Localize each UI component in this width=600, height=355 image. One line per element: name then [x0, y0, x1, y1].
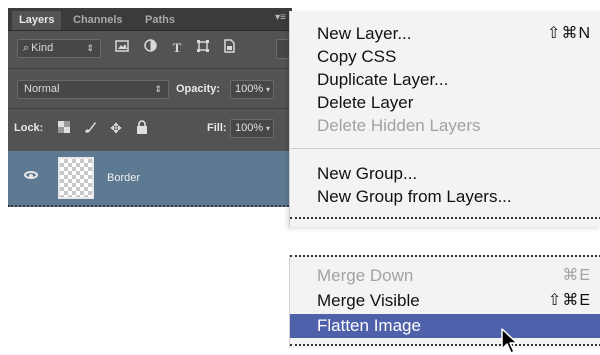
- menu-item-label: New Layer...: [317, 24, 412, 43]
- search-icon: ⌕: [23, 42, 30, 54]
- filter-kind-label: Kind: [31, 42, 54, 54]
- opacity-value: 100%: [235, 83, 264, 95]
- lock-position-icon[interactable]: ✥: [107, 120, 125, 137]
- menu-item-merge-visible[interactable]: Merge Visible ⇧⌘E: [290, 290, 600, 312]
- menu-item-flatten-image[interactable]: Flatten Image: [290, 314, 600, 338]
- fill-value: 100%: [235, 122, 264, 134]
- menu-torn-edge: [290, 344, 600, 346]
- menu-item-shortcut: ⇧⌘E: [547, 292, 591, 309]
- adjustment-filter-icon[interactable]: [141, 39, 159, 57]
- layers-panel-context-menu: New Layer... ⇧⌘N Copy CSS Duplicate Laye…: [289, 11, 600, 227]
- menu-item-label: Delete Layer: [317, 93, 414, 112]
- menu-item-new-group-from-layers[interactable]: New Group from Layers...: [290, 186, 600, 208]
- panel-menu-icon[interactable]: ▾≡: [275, 12, 286, 23]
- opacity-label: Opacity:: [176, 83, 221, 95]
- menu-item-label: Flatten Image: [317, 316, 421, 335]
- filter-toggle-switch[interactable]: [276, 39, 290, 59]
- layers-panel: Layers Channels Paths ▾≡ ⌕ Kind ⇕ T Norma…: [8, 8, 292, 207]
- layer-row-border[interactable]: Border: [8, 151, 292, 207]
- menu-item-delete-hidden-layers: Delete Hidden Layers: [290, 115, 600, 137]
- dropdown-arrow-icon: ▾: [265, 85, 270, 94]
- filter-kind-select[interactable]: ⌕ Kind ⇕: [17, 39, 101, 58]
- menu-item-duplicate-layer[interactable]: Duplicate Layer...: [290, 69, 600, 91]
- menu-item-label: New Group from Layers...: [317, 187, 512, 206]
- layers-panel-context-menu-lower: Merge Down ⌘E Merge Visible ⇧⌘E Flatten …: [289, 255, 600, 348]
- select-arrows-icon: ⇕: [154, 84, 162, 94]
- panel-torn-edge: [8, 205, 292, 207]
- menu-item-label: Merge Visible: [317, 291, 420, 310]
- blend-mode-value: Normal: [24, 83, 60, 95]
- menu-torn-edge: [290, 255, 600, 257]
- blend-mode-select[interactable]: Normal ⇕: [17, 80, 169, 99]
- layer-thumbnail: [58, 157, 94, 199]
- fill-label: Fill:: [207, 122, 227, 134]
- visibility-eye-icon[interactable]: [24, 171, 38, 179]
- menu-item-label: Merge Down: [317, 266, 414, 285]
- menu-item-new-group[interactable]: New Group...: [290, 163, 600, 185]
- menu-item-shortcut: ⇧⌘N: [547, 25, 591, 42]
- menu-item-copy-css[interactable]: Copy CSS: [290, 46, 600, 68]
- opacity-field[interactable]: 100% ▾: [230, 80, 274, 99]
- lock-image-pixels-icon[interactable]: [81, 120, 99, 137]
- menu-torn-edge: [290, 217, 600, 219]
- menu-item-label: Duplicate Layer...: [317, 70, 449, 89]
- menu-item-delete-layer[interactable]: Delete Layer: [290, 92, 600, 114]
- menu-item-new-layer[interactable]: New Layer... ⇧⌘N: [290, 23, 600, 45]
- smart-object-filter-icon[interactable]: [220, 39, 238, 57]
- shape-filter-icon[interactable]: [194, 39, 212, 57]
- menu-item-label: Copy CSS: [317, 47, 397, 66]
- panel-divider: [8, 108, 292, 109]
- tab-layers[interactable]: Layers: [12, 11, 62, 30]
- menu-item-label: New Group...: [317, 164, 418, 183]
- panel-divider: [8, 68, 292, 69]
- tab-paths[interactable]: Paths: [138, 11, 182, 30]
- menu-item-merge-down: Merge Down ⌘E: [290, 265, 600, 287]
- select-arrows-icon: ⇕: [86, 43, 94, 53]
- panel-tab-bar: Layers Channels Paths ▾≡: [8, 8, 292, 31]
- menu-item-shortcut: ⌘E: [562, 267, 591, 284]
- image-filter-icon[interactable]: [113, 39, 131, 57]
- lock-label: Lock:: [14, 122, 44, 134]
- menu-separator: [290, 148, 600, 149]
- mouse-pointer-icon: [501, 328, 518, 354]
- type-filter-icon[interactable]: T: [168, 39, 186, 57]
- lock-all-icon[interactable]: [133, 120, 151, 137]
- fill-field[interactable]: 100% ▾: [230, 119, 274, 138]
- lock-transparent-pixels-icon[interactable]: [55, 120, 73, 136]
- dropdown-arrow-icon: ▾: [265, 124, 270, 133]
- tab-channels[interactable]: Channels: [66, 11, 130, 30]
- menu-item-label: Delete Hidden Layers: [317, 116, 481, 135]
- layer-name[interactable]: Border: [107, 172, 140, 184]
